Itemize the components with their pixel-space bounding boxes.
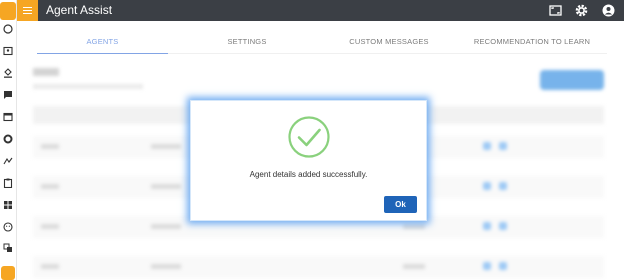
app-title: Agent Assist: [46, 3, 113, 17]
chat-icon[interactable]: [3, 90, 13, 100]
logo-icon[interactable]: [0, 2, 16, 20]
menu-button[interactable]: [17, 0, 38, 21]
donut-icon[interactable]: [3, 134, 13, 144]
gear-icon[interactable]: [575, 4, 588, 17]
ok-button[interactable]: Ok: [384, 196, 417, 213]
palette-icon[interactable]: [3, 24, 13, 34]
clipboard-icon[interactable]: [3, 178, 13, 188]
window-icon[interactable]: [3, 112, 13, 122]
sidebar: [0, 0, 17, 280]
fullscreen-icon[interactable]: [549, 4, 562, 17]
dialog-message: Agent details added successfully.: [249, 170, 368, 179]
check-circle-icon: [287, 115, 331, 159]
apps-icon[interactable]: [3, 200, 13, 210]
translate-icon[interactable]: [3, 243, 13, 253]
face-icon[interactable]: [3, 222, 13, 232]
app-header: Agent Assist: [17, 0, 624, 21]
account-icon[interactable]: [602, 4, 615, 17]
add-icon[interactable]: [1, 266, 15, 280]
success-dialog: Agent details added successfully. Ok: [190, 100, 427, 221]
analytics-icon[interactable]: [3, 156, 13, 166]
paint-bucket-icon[interactable]: [3, 68, 13, 78]
contact-card-icon[interactable]: [3, 46, 13, 56]
hamburger-icon: [23, 7, 32, 14]
